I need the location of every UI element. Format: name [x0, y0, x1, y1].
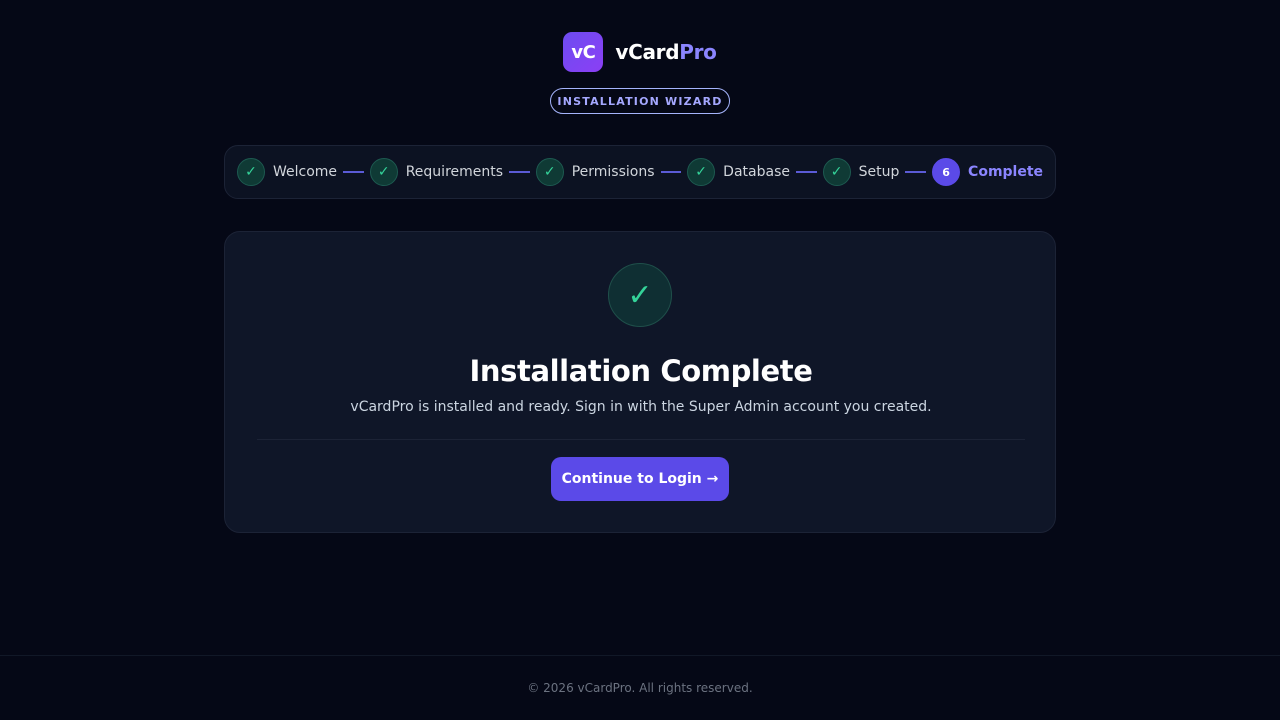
- step-requirements: ✓ Requirements: [369, 158, 504, 186]
- completion-card: ✓ Installation Complete vCardPro is inst…: [224, 231, 1056, 533]
- card-divider: [257, 439, 1025, 440]
- step-connector: [660, 171, 682, 173]
- footer-copyright: © 2026 vCardPro. All rights reserved.: [527, 681, 753, 695]
- step-label-current: Complete: [968, 164, 1044, 180]
- step-connector: [905, 171, 927, 173]
- step-welcome: ✓ Welcome: [237, 158, 337, 186]
- brand-name-part1: vCard: [615, 40, 680, 64]
- step-label: Permissions: [571, 164, 655, 180]
- step-permissions: ✓ Permissions: [535, 158, 655, 186]
- step-setup: ✓ Setup: [822, 158, 900, 186]
- brand-name: vCardPro: [615, 40, 717, 64]
- installer-page: vC vCardPro INSTALLATION WIZARD ✓ Welcom…: [0, 0, 1280, 720]
- step-database: ✓ Database: [687, 158, 790, 186]
- check-icon: ✓: [822, 158, 851, 186]
- installation-stepper: ✓ Welcome ✓ Requirements ✓ Permissions ✓…: [224, 145, 1056, 199]
- check-icon: ✓: [237, 158, 265, 186]
- step-label: Welcome: [273, 164, 338, 180]
- step-connector: [343, 171, 364, 173]
- brand-header: vC vCardPro: [0, 32, 1280, 72]
- completion-message: vCardPro is installed and ready. Sign in…: [350, 399, 932, 415]
- step-label: Database: [723, 164, 790, 180]
- success-check-icon: ✓: [608, 263, 672, 327]
- check-icon: ✓: [535, 158, 564, 186]
- step-connector: [509, 171, 530, 173]
- footer-divider: [0, 655, 1280, 656]
- step-complete: 6 Complete: [932, 158, 1043, 186]
- check-icon: ✓: [687, 158, 716, 186]
- check-icon: ✓: [369, 158, 398, 186]
- step-label: Setup: [858, 164, 900, 180]
- step-connector: [795, 171, 817, 173]
- page-title: Installation Complete: [469, 354, 813, 388]
- step-number-badge: 6: [932, 158, 961, 186]
- step-label: Requirements: [405, 164, 504, 180]
- brand-name-part2: Pro: [679, 40, 717, 64]
- continue-to-login-button[interactable]: Continue to Login →: [551, 457, 729, 501]
- installation-wizard-badge: INSTALLATION WIZARD: [550, 88, 730, 114]
- logo-icon: vC: [563, 32, 604, 72]
